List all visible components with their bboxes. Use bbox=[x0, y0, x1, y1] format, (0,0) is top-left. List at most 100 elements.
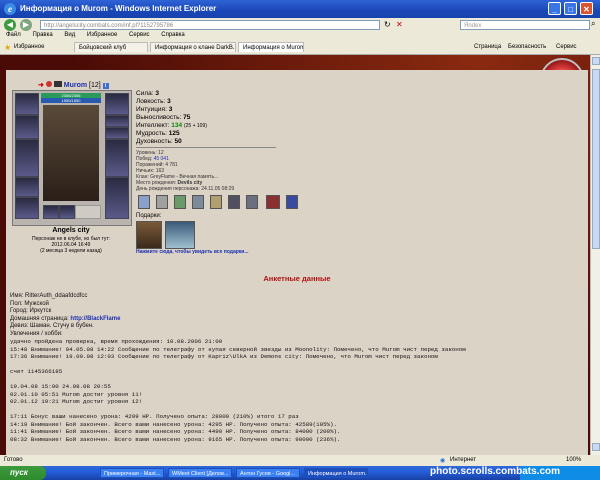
window-title: Информация о Murom - Windows Internet Ex… bbox=[20, 4, 217, 13]
align-icon[interactable] bbox=[45, 81, 52, 87]
character-header: ➜ Murom [12] i bbox=[38, 81, 109, 89]
questionnaire-heading: Анкетные данные bbox=[263, 274, 331, 283]
scroll-down-icon[interactable] bbox=[592, 443, 600, 451]
gloves-slot[interactable] bbox=[15, 197, 39, 219]
earring-slot[interactable] bbox=[105, 93, 129, 115]
online-line-3: (2 месяца 3 недели назад) bbox=[40, 248, 102, 254]
menu-favorites[interactable]: Избранное bbox=[87, 32, 117, 38]
stat-strength: Сила: 3 bbox=[136, 90, 159, 97]
q-line: 02.01.12 19:21 Murom достиг уровня 12! bbox=[10, 398, 143, 405]
meta-birthday: День рождения персонажа: 24.11.05 08:29 bbox=[136, 186, 235, 192]
menu-file[interactable]: Файл bbox=[6, 32, 21, 38]
badge-icon[interactable] bbox=[138, 195, 150, 209]
pocket2-slot[interactable] bbox=[59, 205, 75, 219]
search-input[interactable]: Яndex bbox=[460, 20, 590, 30]
forward-icon[interactable]: ▶ bbox=[20, 19, 32, 31]
weapon-slot[interactable] bbox=[15, 139, 39, 177]
q-hobbies: Увлечения / хобби: bbox=[10, 330, 63, 337]
taskbar-item[interactable]: Информация о Murom... bbox=[304, 468, 368, 478]
character-level: [12] bbox=[89, 82, 101, 89]
q-blank bbox=[10, 406, 585, 414]
q-homepage: Домашняя страница: http://BlackFlame bbox=[10, 315, 121, 322]
ring1-slot[interactable] bbox=[105, 115, 129, 127]
badge-icon[interactable] bbox=[210, 195, 222, 209]
character-name: Murom bbox=[63, 82, 88, 89]
tab-murom-info[interactable]: Информация о Murom bbox=[238, 42, 304, 52]
q-city: Город: Иркутск bbox=[10, 308, 52, 314]
scroll-thumb[interactable] bbox=[592, 69, 600, 249]
watermark: photo.scrolls.combats.com bbox=[430, 466, 561, 477]
menu-bar: Файл Правка Вид Избранное Сервис Справка bbox=[0, 32, 600, 40]
safety-menu[interactable]: Безопасность bbox=[508, 44, 546, 50]
ring2-slot[interactable] bbox=[105, 127, 129, 139]
boots-slot[interactable] bbox=[105, 177, 129, 219]
badges-row bbox=[136, 195, 306, 209]
taskbar-item[interactable]: Примерочная - Maxt... bbox=[100, 468, 164, 478]
q-line: 17:36 Внимание! 19.09.08 12:03 Сообщение… bbox=[10, 353, 438, 360]
minimize-icon[interactable]: _ bbox=[548, 2, 561, 15]
amulet-slot[interactable] bbox=[15, 115, 39, 139]
taskbar-item[interactable]: Антон Гусев - Googl... bbox=[236, 468, 300, 478]
favorites-button[interactable]: Избранное bbox=[14, 44, 44, 50]
badge-icon[interactable] bbox=[174, 195, 186, 209]
belt-slot[interactable] bbox=[75, 205, 101, 219]
badge-icon[interactable] bbox=[192, 195, 204, 209]
stat-wisdom: Мудрость: 125 bbox=[136, 130, 180, 137]
q-line: 15:48 Внимание! 04.05.08 14:22 Сообщение… bbox=[10, 345, 466, 353]
badge-icon[interactable] bbox=[156, 195, 168, 209]
tab-clan-info[interactable]: Информация о клане DarkB... bbox=[150, 42, 236, 52]
badge-icon[interactable] bbox=[246, 195, 258, 209]
q-line: 14:19 Внимание! Бой закончен. Всего вами… bbox=[10, 420, 337, 428]
menu-help[interactable]: Справка bbox=[161, 32, 185, 38]
homepage-link[interactable]: http://BlackFlame bbox=[70, 316, 120, 322]
stat-intellect: Интеллект: 134 (25 + 109) bbox=[136, 122, 207, 129]
favorites-star-icon[interactable]: ★ bbox=[4, 43, 11, 52]
character-meta: Уровень: 12 Побед: 45 041 Поражений: 4 7… bbox=[136, 150, 396, 192]
gift-shield-icon[interactable] bbox=[165, 221, 195, 249]
badge-icon[interactable] bbox=[286, 195, 298, 209]
q-line: 19.04.08 15:00 24.08.08 20:55 bbox=[10, 383, 111, 390]
close-icon[interactable]: ✕ bbox=[580, 2, 593, 15]
badge-icon[interactable] bbox=[228, 195, 240, 209]
clan-badge-icon[interactable] bbox=[53, 81, 62, 87]
security-zone: Интернет bbox=[450, 457, 477, 463]
ie-logo-icon: e bbox=[4, 3, 16, 15]
address-toolbar: ◀ ▶ http://angelscity.combats.com/inf.pl… bbox=[0, 18, 600, 32]
taskbar-item[interactable]: WMeet Client [Делов... bbox=[168, 468, 232, 478]
tools-menu[interactable]: Сервис bbox=[556, 44, 577, 50]
menu-tools[interactable]: Сервис bbox=[129, 32, 150, 38]
address-input[interactable]: http://angelscity.combats.com/inf.pl?115… bbox=[40, 20, 380, 30]
scroll-up-icon[interactable] bbox=[592, 57, 600, 65]
q-line: 17:11 Бонус ваши нанесено урона: 4299 HP… bbox=[10, 413, 299, 420]
gifts-label: Подарки: bbox=[136, 213, 162, 219]
stats-list: Сила: 3 Ловкость: 3 Интуиция: 3 Вынослив… bbox=[136, 90, 336, 146]
info-icon[interactable]: i bbox=[102, 83, 109, 89]
gift-chest-icon[interactable] bbox=[136, 221, 162, 249]
gifts-link[interactable]: Нажмите сюда, чтобы увидеть все подарки.… bbox=[136, 249, 249, 255]
back-icon[interactable]: ◀ bbox=[4, 19, 16, 31]
q-line: 11:41 Внимание! Бой закончен. Всего вами… bbox=[10, 428, 341, 435]
bracer-slot[interactable] bbox=[15, 177, 39, 197]
badge-icon[interactable] bbox=[266, 195, 280, 209]
menu-view[interactable]: Вид bbox=[64, 32, 75, 38]
online-status: Персонаж не в клубе, но был тут: 2012.06… bbox=[12, 236, 130, 254]
search-icon[interactable]: ⌕ bbox=[591, 19, 595, 29]
menu-edit[interactable]: Правка bbox=[32, 32, 52, 38]
tab-fight-club[interactable]: Бойцовский клуб bbox=[74, 42, 148, 52]
q-gender: Пол: Мужской bbox=[10, 300, 49, 307]
status-bar: Готово ◉ Интернет 100% bbox=[0, 455, 600, 466]
clan-icon[interactable]: ➜ bbox=[38, 82, 44, 89]
stop-icon[interactable]: ✕ bbox=[396, 20, 403, 29]
helmet-slot[interactable] bbox=[15, 93, 39, 115]
pocket1-slot[interactable] bbox=[43, 205, 59, 219]
maximize-icon[interactable]: □ bbox=[564, 2, 577, 15]
window-titlebar: e Информация о Murom - Windows Internet … bbox=[0, 0, 600, 18]
vertical-scrollbar[interactable] bbox=[590, 55, 600, 455]
q-blank bbox=[10, 361, 585, 369]
q-name: Имя: RitterAuth_ddaafdcdfcc bbox=[10, 293, 88, 299]
start-button[interactable]: пуск bbox=[0, 466, 46, 480]
shield-slot[interactable] bbox=[105, 139, 129, 177]
refresh-icon[interactable]: ↻ bbox=[384, 20, 391, 29]
zoom-level[interactable]: 100% bbox=[566, 457, 581, 463]
page-menu[interactable]: Страница bbox=[474, 44, 501, 50]
